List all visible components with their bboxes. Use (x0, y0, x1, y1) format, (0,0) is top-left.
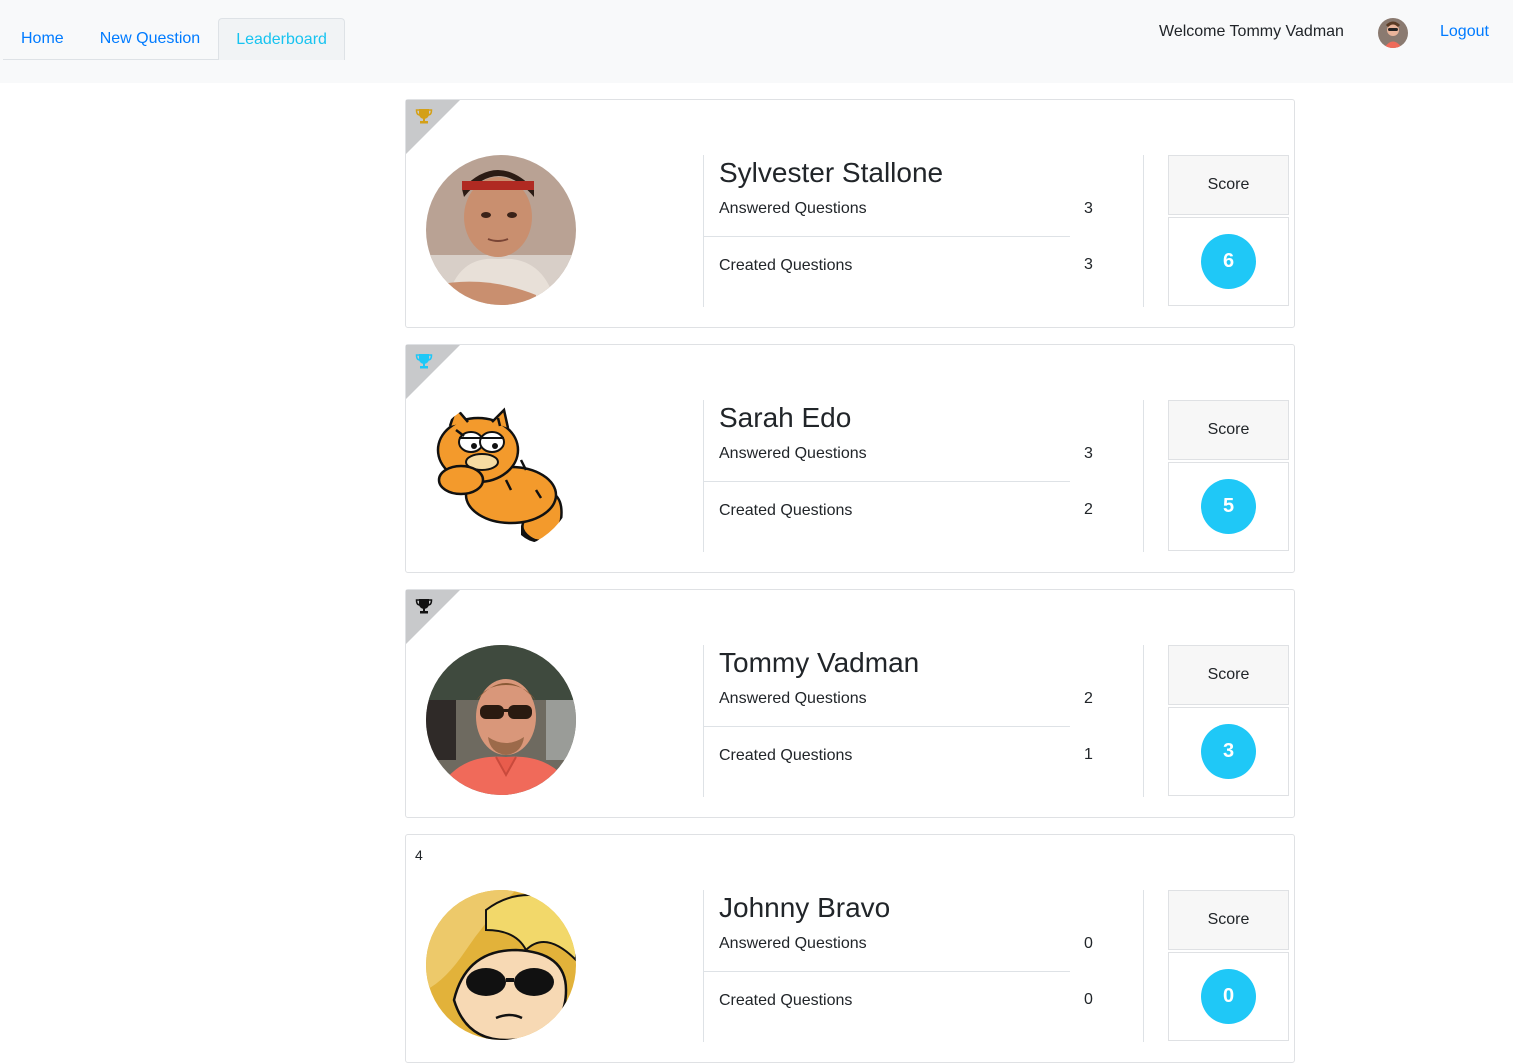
user-stats: Tommy Vadman Answered Questions 2 Create… (703, 645, 1144, 797)
score-header: Score (1168, 400, 1289, 460)
created-count: 3 (1084, 256, 1093, 273)
score-panel: 3 (1168, 707, 1289, 796)
score-header: Score (1168, 155, 1289, 215)
score-header: Score (1168, 890, 1289, 950)
top-navbar: Home New Question Leaderboard Welcome To… (0, 0, 1513, 83)
leaderboard-card: Sylvester Stallone Answered Questions 3 … (405, 99, 1295, 328)
nav-tabs: Home New Question Leaderboard (3, 18, 345, 60)
divider (704, 971, 1070, 972)
answered-count: 3 (1084, 200, 1093, 217)
user-name: Johnny Bravo (719, 892, 891, 923)
answered-label: Answered Questions (719, 935, 867, 952)
avatar (426, 645, 576, 795)
answered-label: Answered Questions (719, 200, 867, 217)
tab-home[interactable]: Home (3, 18, 82, 59)
created-count: 2 (1084, 501, 1093, 518)
trophy-icon (415, 109, 433, 124)
answered-count: 3 (1084, 445, 1093, 462)
tab-leaderboard[interactable]: Leaderboard (218, 18, 345, 60)
user-name: Tommy Vadman (719, 647, 920, 678)
tab-new-question[interactable]: New Question (82, 18, 219, 59)
leaderboard-card: Sarah Edo Answered Questions 3 Created Q… (405, 344, 1295, 573)
logout-link[interactable]: Logout (1440, 22, 1489, 42)
answered-count: 0 (1084, 935, 1093, 952)
score-badge: 0 (1201, 969, 1256, 1024)
avatar (426, 890, 576, 1040)
user-stats: Sarah Edo Answered Questions 3 Created Q… (703, 400, 1144, 552)
leaderboard-card: 4 Johnny Bravo Answered Questions 0 Crea… (405, 834, 1295, 1063)
answered-label: Answered Questions (719, 690, 867, 707)
divider (704, 236, 1070, 237)
score-badge: 3 (1201, 724, 1256, 779)
user-name: Sylvester Stallone (719, 157, 944, 188)
created-count: 1 (1084, 746, 1093, 763)
divider (704, 481, 1070, 482)
created-count: 0 (1084, 991, 1093, 1008)
rank-number: 4 (415, 847, 423, 863)
created-label: Created Questions (719, 747, 853, 764)
trophy-icon (415, 599, 433, 614)
score-header: Score (1168, 645, 1289, 705)
created-label: Created Questions (719, 992, 853, 1009)
user-stats: Johnny Bravo Answered Questions 0 Create… (703, 890, 1144, 1042)
avatar (426, 400, 576, 550)
score-panel: 6 (1168, 217, 1289, 306)
user-name: Sarah Edo (719, 402, 852, 433)
created-label: Created Questions (719, 502, 853, 519)
user-stats: Sylvester Stallone Answered Questions 3 … (703, 155, 1144, 307)
leaderboard-card: Tommy Vadman Answered Questions 2 Create… (405, 589, 1295, 818)
answered-count: 2 (1084, 690, 1093, 707)
score-panel: 5 (1168, 462, 1289, 551)
created-label: Created Questions (719, 257, 853, 274)
avatar (426, 155, 576, 305)
score-panel: 0 (1168, 952, 1289, 1041)
score-badge: 5 (1201, 479, 1256, 534)
user-avatar (1378, 18, 1408, 48)
divider (704, 726, 1070, 727)
answered-label: Answered Questions (719, 445, 867, 462)
trophy-icon (415, 354, 433, 369)
score-badge: 6 (1201, 234, 1256, 289)
welcome-text: Welcome Tommy Vadman (1159, 23, 1344, 40)
